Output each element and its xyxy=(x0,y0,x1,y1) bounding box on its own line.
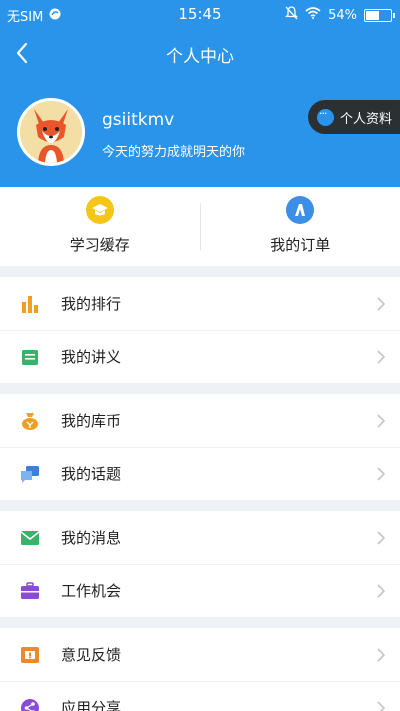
menu-item-label: 工作机会 xyxy=(61,582,122,600)
topic-chat-icon xyxy=(21,466,39,483)
menu-group-3: 我的消息 工作机会 xyxy=(0,511,400,617)
username: gsiitkmv xyxy=(102,110,175,130)
learning-cache-label: 学习缓存 xyxy=(69,236,130,254)
chevron-right-icon xyxy=(377,349,386,364)
menu-item-feedback[interactable]: 意见反馈 xyxy=(0,628,400,681)
menu-group-1: 我的排行 我的讲义 xyxy=(0,277,400,383)
chevron-right-icon xyxy=(377,296,386,311)
menu-group-2: 我的库币 我的话题 xyxy=(0,394,400,500)
menu-item-label: 我的排行 xyxy=(61,295,122,313)
menu-item-jobs[interactable]: 工作机会 xyxy=(0,564,400,617)
share-icon xyxy=(21,699,39,711)
chevron-right-icon xyxy=(377,466,386,481)
menu-item-label: 应用分享 xyxy=(61,699,122,711)
fox-avatar-icon xyxy=(20,101,82,163)
avatar[interactable] xyxy=(17,98,85,166)
menu-item-label: 意见反馈 xyxy=(61,646,122,664)
chevron-right-icon xyxy=(377,583,386,598)
message-envelope-icon xyxy=(20,531,40,545)
learning-cache-button[interactable]: 学习缓存 xyxy=(0,187,200,266)
graduation-cap-icon xyxy=(85,196,114,224)
status-bar: 无SIM 15:45 54% xyxy=(0,0,400,28)
chevron-right-icon xyxy=(377,700,386,711)
profile-details-button[interactable]: 个人资料 xyxy=(308,100,400,134)
battery-label: 54% xyxy=(328,7,357,23)
user-motto: 今天的努力成就明天的你 xyxy=(102,145,246,160)
menu-item-topics[interactable]: 我的话题 xyxy=(0,447,400,500)
handout-icon xyxy=(22,350,38,365)
status-right: 54% xyxy=(285,6,395,24)
chevron-right-icon xyxy=(377,647,386,662)
my-orders-label: 我的订单 xyxy=(270,236,331,254)
profile-header: 无SIM 15:45 54% 个人中心 gsiitkmv 今天的努力成就明天的你… xyxy=(0,0,400,187)
page-title: 个人中心 xyxy=(166,47,234,67)
menu-item-coins[interactable]: 我的库币 xyxy=(0,394,400,447)
chat-bubble-icon xyxy=(317,107,334,126)
menu-group-4: 意见反馈 应用分享 xyxy=(0,628,400,711)
chevron-right-icon xyxy=(377,530,386,545)
menu-item-label: 我的讲义 xyxy=(61,348,122,366)
menu-item-messages[interactable]: 我的消息 xyxy=(0,511,400,564)
wifi-icon xyxy=(305,7,321,23)
coin-bag-icon xyxy=(22,413,38,430)
bell-muted-icon xyxy=(285,6,299,24)
quick-actions: 学习缓存 我的订单 xyxy=(0,187,400,266)
menu-item-label: 我的消息 xyxy=(61,529,122,547)
menu-item-share[interactable]: 应用分享 xyxy=(0,681,400,711)
feedback-icon xyxy=(21,647,39,663)
menu-item-handouts[interactable]: 我的讲义 xyxy=(0,330,400,383)
battery-icon xyxy=(364,8,395,22)
menu-item-label: 我的库币 xyxy=(61,412,122,430)
menu-item-label: 我的话题 xyxy=(61,465,122,483)
briefcase-icon xyxy=(21,582,39,599)
order-icon xyxy=(286,196,315,224)
my-orders-button[interactable]: 我的订单 xyxy=(201,187,400,266)
profile-details-label: 个人资料 xyxy=(340,111,393,127)
chevron-right-icon xyxy=(377,413,386,428)
menu-item-ranking[interactable]: 我的排行 xyxy=(0,277,400,330)
ranking-bars-icon xyxy=(22,296,38,313)
